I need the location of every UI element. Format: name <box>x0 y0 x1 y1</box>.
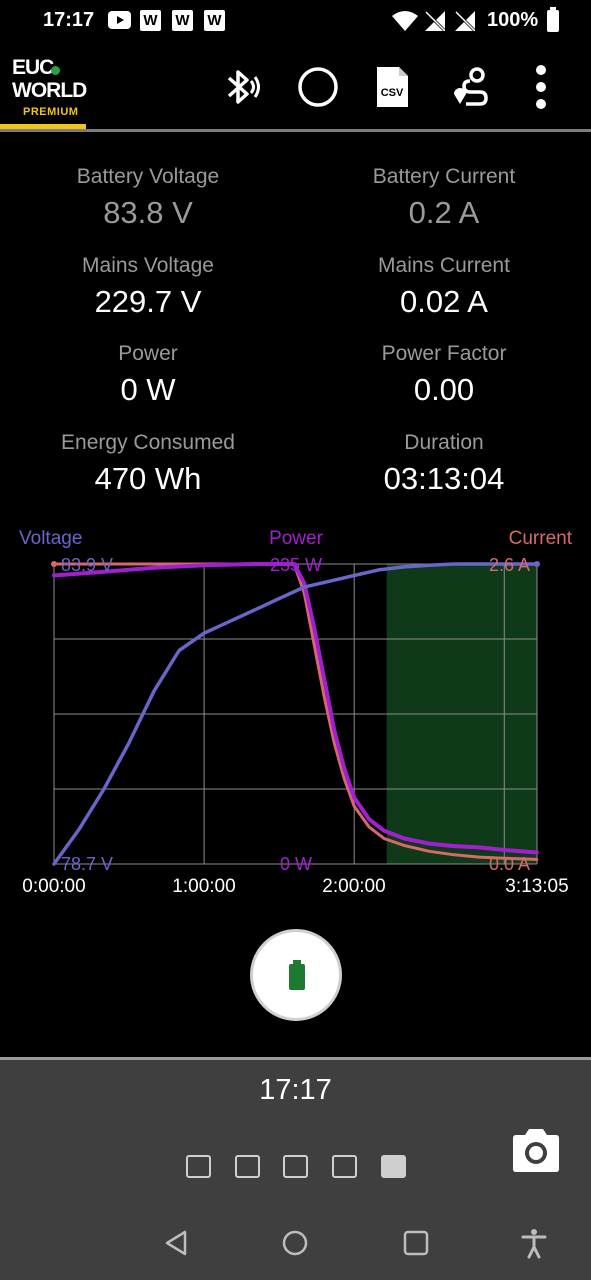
page-indicator-5[interactable] <box>381 1155 406 1178</box>
svg-text:CSV: CSV <box>381 87 404 99</box>
series-marker <box>534 561 540 567</box>
logo-dot <box>51 66 60 75</box>
home-icon[interactable] <box>278 1226 312 1260</box>
stat-value: 229.7 V <box>94 284 202 319</box>
record-circle-icon[interactable] <box>295 64 341 110</box>
route-icon[interactable] <box>444 64 490 110</box>
legend-power: Power <box>269 528 324 549</box>
signal-off-icon <box>454 10 476 32</box>
page-indicator-2[interactable] <box>235 1155 260 1178</box>
toolbar-divider <box>0 129 591 132</box>
stat-energy-consumed: Energy Consumed 470 Wh <box>0 431 296 497</box>
overflow-menu-icon[interactable] <box>518 64 564 110</box>
stat-value: 03:13:04 <box>383 461 505 496</box>
battery-percent: 100% <box>487 9 539 31</box>
stat-value: 83.8 V <box>103 195 193 230</box>
battery-charging-icon <box>289 960 305 990</box>
x-tick-label: 1:00:00 <box>172 876 235 897</box>
stat-battery-voltage: Battery Voltage 83.8 V <box>0 165 296 231</box>
charge-session-button[interactable] <box>250 929 342 1021</box>
stat-label: Duration <box>404 431 484 454</box>
stat-label: Mains Voltage <box>82 254 214 277</box>
status-time: 17:17 <box>43 9 95 31</box>
logo-tier: PREMIUM <box>23 106 79 118</box>
legend-voltage: Voltage <box>19 528 82 549</box>
stat-value: 470 Wh <box>94 461 202 496</box>
x-tick-label: 3:13:05 <box>505 876 568 897</box>
stat-duration: Duration 03:13:04 <box>296 431 591 497</box>
stat-value: 0.02 A <box>400 284 488 319</box>
stat-label: Mains Current <box>378 254 510 277</box>
notification-w-icon: W <box>204 10 225 31</box>
page-indicator-4[interactable] <box>332 1155 357 1178</box>
page-indicator-1[interactable] <box>186 1155 211 1178</box>
charging-chart: Voltage Power Current 83.9 V 78.7 V 235 W 0 W 2… <box>19 528 573 897</box>
app-logo: EUC WORLD PREMIUM <box>0 44 87 130</box>
stat-mains-current: Mains Current 0.02 A <box>296 254 591 320</box>
system-nav-bar <box>0 1210 591 1280</box>
stat-label: Battery Current <box>372 165 516 188</box>
legend-current: Current <box>509 528 573 549</box>
back-icon[interactable] <box>160 1226 194 1260</box>
app-toolbar: EUC WORLD PREMIUM CSV <box>0 44 591 130</box>
wifi-icon <box>392 11 418 31</box>
bluetooth-audio-icon[interactable] <box>220 64 266 110</box>
notification-w-icon: W <box>140 10 161 31</box>
stat-label: Power <box>118 342 178 365</box>
current-min-label: 0.0 A <box>489 854 530 874</box>
stat-value: 0.2 A <box>408 195 480 230</box>
signal-off-icon <box>424 10 446 32</box>
stat-power: Power 0 W <box>0 342 296 408</box>
stat-battery-current: Battery Current 0.2 A <box>296 165 591 231</box>
stat-label: Energy Consumed <box>61 431 235 454</box>
status-bar: 17:17 W W W 100% <box>0 0 591 44</box>
x-tick-label: 0:00:00 <box>22 876 85 897</box>
voltage-min-label: 78.7 V <box>61 854 113 874</box>
youtube-notification-icon <box>108 11 131 29</box>
camera-icon[interactable] <box>509 1126 563 1174</box>
notification-w-icon: W <box>172 10 193 31</box>
stat-mains-voltage: Mains Voltage 229.7 V <box>0 254 296 320</box>
accessibility-icon[interactable] <box>517 1226 551 1260</box>
page-indicator-3[interactable] <box>283 1155 308 1178</box>
stat-value: 0.00 <box>413 372 475 407</box>
csv-export-icon[interactable]: CSV <box>369 64 415 110</box>
battery-icon <box>547 7 559 32</box>
series-marker <box>51 561 57 567</box>
power-max-label: 235 W <box>270 555 322 575</box>
logo-text-line2: WORLD <box>12 79 87 102</box>
power-min-label: 0 W <box>280 854 312 874</box>
x-tick-label: 2:00:00 <box>322 876 385 897</box>
recents-icon[interactable] <box>399 1226 433 1260</box>
stat-value: 0 W <box>120 372 176 407</box>
stat-label: Power Factor <box>381 342 507 365</box>
current-max-label: 2.6 A <box>489 555 530 575</box>
voltage-max-label: 83.9 V <box>61 555 113 575</box>
stat-power-factor: Power Factor 0.00 <box>296 342 591 408</box>
stat-label: Battery Voltage <box>76 165 220 188</box>
logo-text-line1: EUC <box>12 56 54 79</box>
panel-clock: 17:17 <box>259 1074 332 1106</box>
